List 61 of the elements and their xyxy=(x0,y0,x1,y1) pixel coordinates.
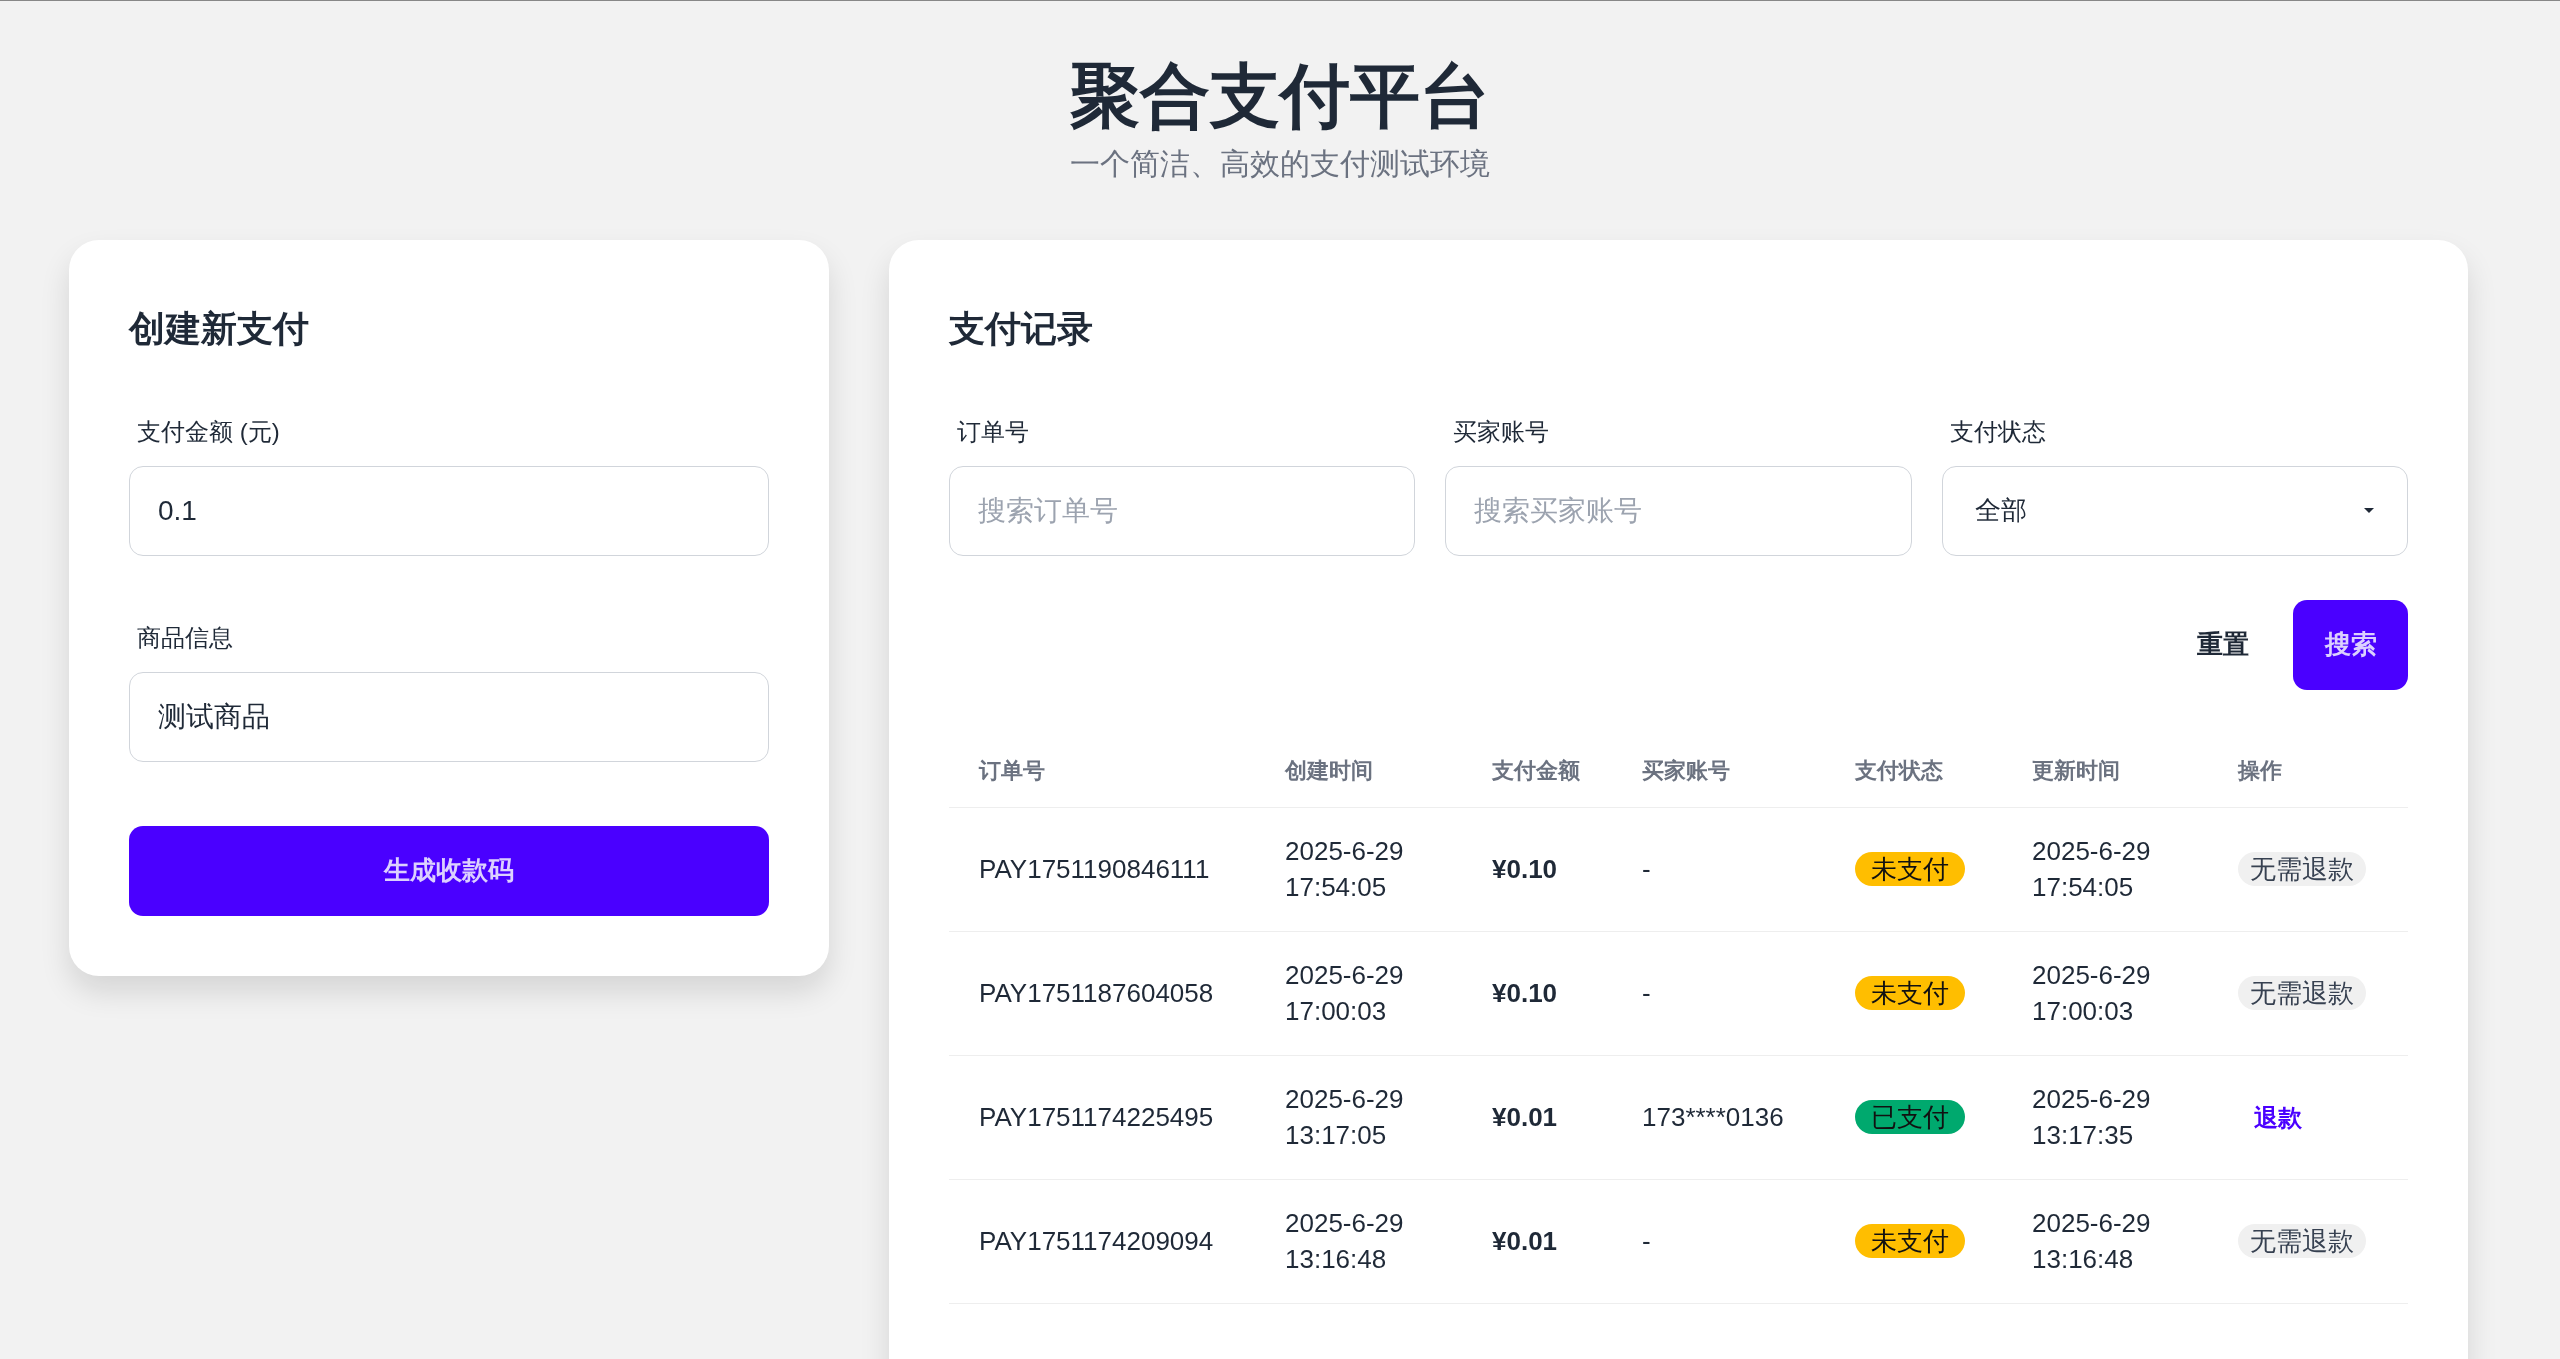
refund-link[interactable]: 退款 xyxy=(2254,1099,2302,1136)
page-subtitle: 一个简洁、高效的支付测试环境 xyxy=(1070,145,1490,182)
updated-time: 17:54:05 xyxy=(2032,871,2135,904)
caret-icon xyxy=(2363,506,2375,515)
status-badge: 未支付 xyxy=(1855,851,1965,886)
column-header: 操作 xyxy=(2238,757,2282,783)
column-header: 订单号 xyxy=(979,757,1045,783)
filter-label: 买家账号 xyxy=(1453,416,1551,447)
buyer-account: - xyxy=(1642,977,1651,1008)
text-field[interactable]: 0.1 xyxy=(129,465,769,556)
no-refund-tag: 无需退款 xyxy=(2238,975,2366,1010)
status-badge: 已支付 xyxy=(1855,1099,1965,1134)
field-label: 商品信息 xyxy=(137,622,234,653)
created-time: 13:16:48 xyxy=(1285,1243,1388,1276)
column-header: 更新时间 xyxy=(2032,757,2120,783)
buyer-account: - xyxy=(1642,1225,1651,1256)
order-number: PAY1751174225495 xyxy=(979,1101,1214,1132)
buyer-account: - xyxy=(1642,853,1651,884)
page-title: 聚合支付平台 xyxy=(1070,56,1490,137)
status-select[interactable]: 全部 xyxy=(1941,465,2408,556)
no-refund-tag: 无需退款 xyxy=(2238,851,2366,886)
filter-label: 订单号 xyxy=(957,416,1030,447)
card-title: 创建新支付 xyxy=(129,306,310,351)
generate-qr-button[interactable]: 生成收款码 xyxy=(129,825,769,916)
created-time: 13:17:05 xyxy=(1285,1119,1388,1152)
updated-time: 13:17:35 xyxy=(2032,1119,2135,1152)
no-refund-tag: 无需退款 xyxy=(2238,1223,2366,1258)
updated-time: 2025-6-29 xyxy=(2032,1083,2152,1116)
order-number: PAY1751174209094 xyxy=(979,1225,1214,1256)
updated-time: 17:00:03 xyxy=(2032,995,2135,1028)
filter-label: 支付状态 xyxy=(1949,416,2047,447)
created-time: 17:54:05 xyxy=(1285,871,1388,904)
amount: ¥0.10 xyxy=(1492,977,1558,1008)
amount: ¥0.01 xyxy=(1492,1225,1558,1256)
column-header: 买家账号 xyxy=(1642,757,1730,783)
column-header: 创建时间 xyxy=(1285,757,1373,783)
created-time: 2025-6-29 xyxy=(1285,835,1405,868)
updated-time: 2025-6-29 xyxy=(2032,835,2152,868)
amount: ¥0.10 xyxy=(1492,853,1558,884)
buyer-account: 173****0136 xyxy=(1642,1101,1784,1132)
created-time: 2025-6-29 xyxy=(1285,1207,1405,1240)
created-time: 17:00:03 xyxy=(1285,995,1388,1028)
updated-time: 2025-6-29 xyxy=(2032,959,2152,992)
amount: ¥0.01 xyxy=(1492,1101,1558,1132)
search-field[interactable]: 搜索订单号 xyxy=(949,465,1416,556)
updated-time: 13:16:48 xyxy=(2032,1243,2135,1276)
card-title: 支付记录 xyxy=(949,306,1094,351)
order-number: PAY1751190846111 xyxy=(979,853,1210,884)
reset-button[interactable]: 重置 xyxy=(2177,599,2269,690)
text-field[interactable]: 测试商品 xyxy=(129,671,769,762)
column-header: 支付状态 xyxy=(1855,757,1943,783)
updated-time: 2025-6-29 xyxy=(2032,1207,2152,1240)
search-button[interactable]: 搜索 xyxy=(2293,599,2408,690)
created-time: 2025-6-29 xyxy=(1285,959,1405,992)
status-badge: 未支付 xyxy=(1855,1223,1965,1258)
status-badge: 未支付 xyxy=(1855,975,1965,1010)
column-header: 支付金额 xyxy=(1492,757,1580,783)
created-time: 2025-6-29 xyxy=(1285,1083,1405,1116)
field-label: 支付金额 (元) xyxy=(137,416,281,447)
search-field[interactable]: 搜索买家账号 xyxy=(1445,465,1912,556)
order-number: PAY1751187604058 xyxy=(979,977,1214,1008)
